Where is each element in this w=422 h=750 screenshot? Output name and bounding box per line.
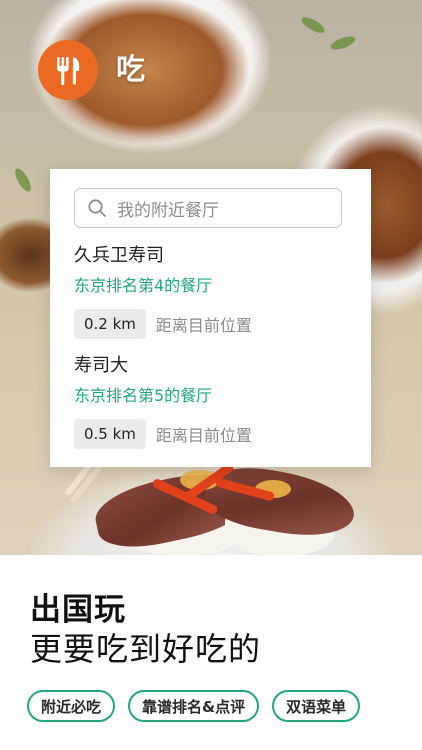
tag-nearby-must-eat: 附近必吃 <box>27 690 116 722</box>
search-icon <box>88 199 106 217</box>
restaurant-item[interactable]: 久兵卫寿司 东京排名第4的餐厅 0.2 km 距离目前位置 <box>74 245 252 339</box>
app-logo <box>38 40 98 100</box>
distance-label: 距离目前位置 <box>155 426 252 445</box>
restaurant-item[interactable]: 寿司大 东京排名第5的餐厅 0.5 km 距离目前位置 <box>74 355 252 449</box>
app-title: 吃 <box>116 52 146 86</box>
restaurant-name: 寿司大 <box>74 355 128 376</box>
distance-badge: 0.5 km <box>74 419 146 449</box>
distance-label: 距离目前位置 <box>155 316 252 335</box>
leaf-decoration <box>329 33 357 53</box>
leaf-decoration <box>12 166 34 194</box>
restaurant-rank: 东京排名第4的餐厅 <box>74 276 213 295</box>
fork-knife-icon <box>57 57 80 86</box>
nearby-restaurants-card: 我的附近餐厅 久兵卫寿司 东京排名第4的餐厅 0.2 km 距离目前位置 寿司大… <box>50 169 371 467</box>
restaurant-name: 久兵卫寿司 <box>74 245 164 266</box>
distance-badge: 0.2 km <box>74 309 146 339</box>
feature-tags: 附近必吃 靠谱排名&点评 双语菜单 <box>27 690 361 722</box>
restaurant-rank: 东京排名第5的餐厅 <box>74 386 213 405</box>
tag-ranking-reviews: 靠谱排名&点评 <box>128 690 260 722</box>
leaf-decoration <box>299 14 327 36</box>
search-placeholder: 我的附近餐厅 <box>117 200 219 221</box>
search-input[interactable]: 我的附近餐厅 <box>74 188 342 228</box>
promo-headline: 出国玩 <box>30 592 126 628</box>
tag-bilingual-menu: 双语菜单 <box>272 690 361 722</box>
promo-subline: 更要吃到好吃的 <box>30 630 262 668</box>
